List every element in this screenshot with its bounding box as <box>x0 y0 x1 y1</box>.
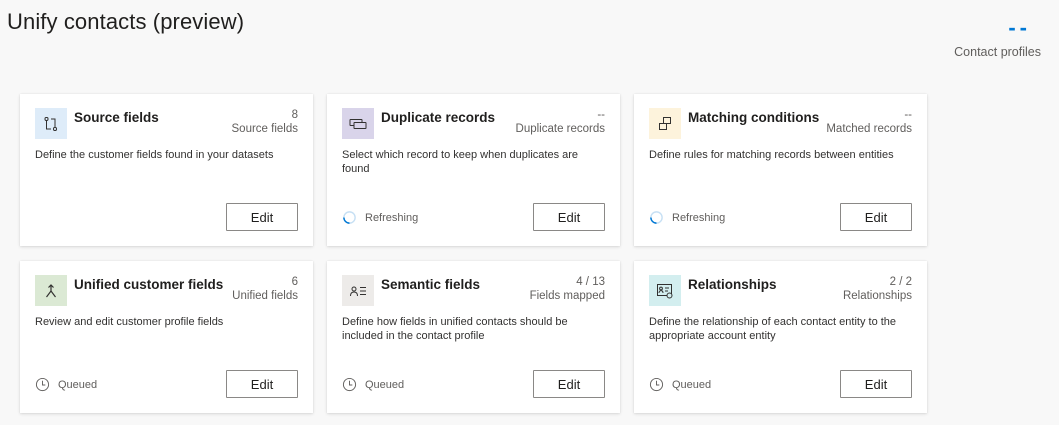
contact-profiles-count: -- <box>1008 15 1031 40</box>
metric-value: 4 / 13 <box>576 276 605 288</box>
relationships-icon <box>649 275 681 306</box>
card-metric: 4 / 13 Fields mapped <box>530 275 605 303</box>
edit-relationships-button[interactable]: Edit <box>840 370 912 398</box>
matching-conditions-icon <box>649 108 681 139</box>
card-metric: 6 Unified fields <box>232 275 298 303</box>
card-description: Define how fields in unified contacts sh… <box>342 316 568 342</box>
duplicate-records-icon <box>342 108 374 139</box>
status-indicator: Refreshing <box>649 210 725 225</box>
metric-label: Matched records <box>826 123 912 135</box>
card-description: Review and edit customer profile fields <box>35 316 224 328</box>
source-fields-card: Source fields 8 Source fields Define the… <box>20 94 313 246</box>
semantic-fields-icon <box>342 275 374 306</box>
card-title: Relationships <box>688 277 777 292</box>
relationships-card: Relationships 2 / 2 Relationships Define… <box>634 261 927 413</box>
card-metric: 2 / 2 Relationships <box>843 275 912 303</box>
status-text: Refreshing <box>672 211 726 224</box>
clock-icon <box>35 377 50 392</box>
contact-profiles-label: Contact profiles <box>954 45 1041 59</box>
card-title: Matching conditions <box>688 110 820 125</box>
page-title: Unify contacts (preview) <box>7 9 245 34</box>
edit-semantic-fields-button[interactable]: Edit <box>533 370 605 398</box>
metric-label: Fields mapped <box>529 290 605 302</box>
status-indicator: Queued <box>35 377 97 392</box>
card-description: Define the customer fields found in your… <box>35 149 274 161</box>
source-fields-icon <box>35 108 67 139</box>
card-metric: -- Matched records <box>826 108 912 136</box>
edit-duplicate-records-button[interactable]: Edit <box>533 203 605 231</box>
clock-icon <box>649 377 664 392</box>
card-metric: 8 Source fields <box>232 108 298 136</box>
card-title: Unified customer fields <box>74 277 224 292</box>
unified-customer-fields-card: Unified customer fields 6 Unified fields… <box>20 261 313 413</box>
status-text: Queued <box>672 378 712 391</box>
status-text: Queued <box>58 378 98 391</box>
card-title: Duplicate records <box>381 110 496 125</box>
semantic-fields-card: Semantic fields 4 / 13 Fields mapped Def… <box>327 261 620 413</box>
metric-label: Source fields <box>231 123 298 135</box>
metric-value: -- <box>597 109 605 121</box>
edit-source-fields-button[interactable]: Edit <box>226 203 298 231</box>
refreshing-spinner-icon <box>650 211 663 224</box>
metric-label: Relationships <box>842 290 912 302</box>
edit-unified-customer-fields-button[interactable]: Edit <box>226 370 298 398</box>
card-title: Source fields <box>74 110 159 125</box>
status-text: Queued <box>365 378 405 391</box>
merge-icon <box>35 275 67 306</box>
status-indicator: Queued <box>342 377 404 392</box>
metric-value: 2 / 2 <box>889 276 912 288</box>
metric-label: Duplicate records <box>515 123 605 135</box>
refreshing-spinner-icon <box>343 211 356 224</box>
card-description: Define the relationship of each contact … <box>649 316 897 342</box>
matching-conditions-card: Matching conditions -- Matched records D… <box>634 94 927 246</box>
status-indicator: Refreshing <box>342 210 418 225</box>
status-indicator: Queued <box>649 377 711 392</box>
clock-icon <box>342 377 357 392</box>
metric-value: -- <box>904 109 912 121</box>
card-title: Semantic fields <box>381 277 481 292</box>
contact-profiles-summary: -- Contact profiles <box>954 15 1041 60</box>
duplicate-records-card: Duplicate records -- Duplicate records S… <box>327 94 620 246</box>
card-description: Select which record to keep when duplica… <box>342 149 579 175</box>
metric-value: 6 <box>291 276 298 288</box>
status-text: Refreshing <box>365 211 419 224</box>
card-metric: -- Duplicate records <box>516 108 605 136</box>
metric-value: 8 <box>291 109 298 121</box>
card-description: Define rules for matching records betwee… <box>649 149 894 161</box>
metric-label: Unified fields <box>232 290 298 302</box>
edit-matching-conditions-button[interactable]: Edit <box>840 203 912 231</box>
